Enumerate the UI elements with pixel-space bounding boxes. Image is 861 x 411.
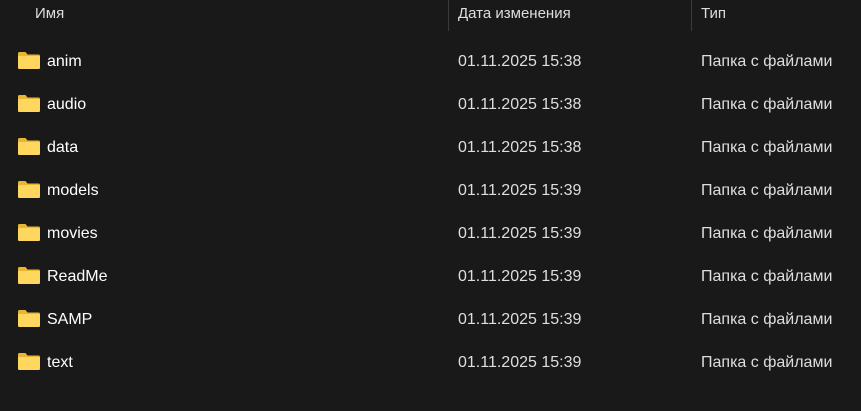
file-date-modified: 01.11.2025 15:38: [458, 53, 582, 70]
file-date-modified: 01.11.2025 15:39: [458, 268, 582, 285]
file-type: Папка с файлами: [701, 354, 833, 371]
file-row[interactable]: movies 01.11.2025 15:39 Папка с файлами: [0, 212, 861, 255]
file-name: audio: [47, 96, 87, 113]
folder-icon: [18, 52, 40, 69]
file-name: text: [47, 354, 73, 371]
file-name: data: [47, 139, 79, 156]
file-row[interactable]: models 01.11.2025 15:39 Папка с файлами: [0, 169, 861, 212]
folder-icon: [18, 224, 40, 241]
file-date-modified: 01.11.2025 15:38: [458, 96, 582, 113]
file-type: Папка с файлами: [701, 96, 833, 113]
file-date-modified: 01.11.2025 15:39: [458, 354, 582, 371]
folder-icon: [18, 353, 40, 370]
folder-icon: [18, 267, 40, 284]
file-name: ReadMe: [47, 268, 108, 285]
column-header-type[interactable]: Тип: [701, 0, 726, 32]
file-row[interactable]: audio 01.11.2025 15:38 Папка с файлами: [0, 83, 861, 126]
file-row[interactable]: text 01.11.2025 15:39 Папка с файлами: [0, 341, 861, 384]
file-type: Папка с файлами: [701, 268, 833, 285]
file-row[interactable]: data 01.11.2025 15:38 Папка с файлами: [0, 126, 861, 169]
column-divider[interactable]: [448, 0, 449, 31]
folder-icon: [18, 310, 40, 327]
folder-icon: [18, 181, 40, 198]
file-list: anim 01.11.2025 15:38 Папка с файлами au…: [0, 40, 861, 384]
file-type: Папка с файлами: [701, 139, 833, 156]
file-date-modified: 01.11.2025 15:38: [458, 139, 582, 156]
folder-icon: [18, 95, 40, 112]
file-type: Папка с файлами: [701, 182, 833, 199]
file-name: movies: [47, 225, 98, 242]
folder-icon: [18, 138, 40, 155]
file-row[interactable]: SAMP 01.11.2025 15:39 Папка с файлами: [0, 298, 861, 341]
file-type: Папка с файлами: [701, 225, 833, 242]
column-header-date[interactable]: Дата изменения: [458, 0, 571, 32]
file-name: anim: [47, 53, 82, 70]
file-date-modified: 01.11.2025 15:39: [458, 182, 582, 199]
file-name: SAMP: [47, 311, 93, 328]
file-type: Папка с файлами: [701, 53, 833, 70]
column-header-bar: Имя Дата изменения Тип: [0, 0, 861, 32]
file-name: models: [47, 182, 99, 199]
file-type: Папка с файлами: [701, 311, 833, 328]
file-date-modified: 01.11.2025 15:39: [458, 311, 582, 328]
file-date-modified: 01.11.2025 15:39: [458, 225, 582, 242]
file-row[interactable]: anim 01.11.2025 15:38 Папка с файлами: [0, 40, 861, 83]
column-divider[interactable]: [691, 0, 692, 31]
file-row[interactable]: ReadMe 01.11.2025 15:39 Папка с файлами: [0, 255, 861, 298]
column-header-name[interactable]: Имя: [35, 0, 64, 32]
